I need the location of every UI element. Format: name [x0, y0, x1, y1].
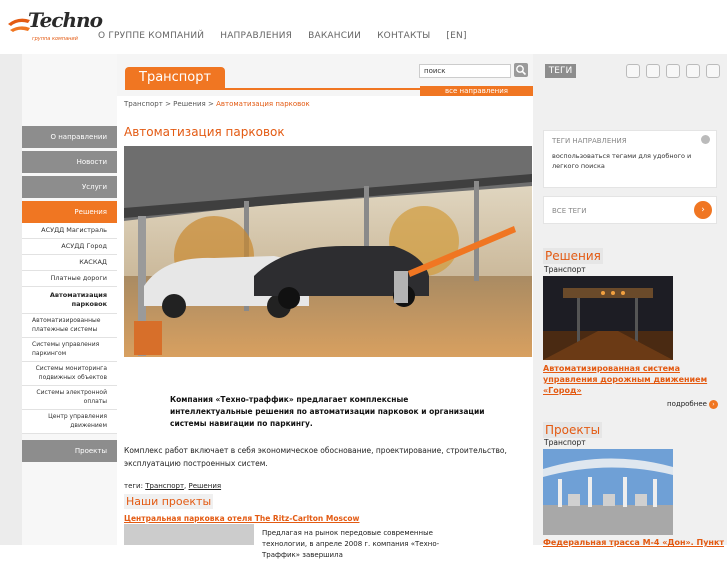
- tags-label[interactable]: ТЕГИ: [545, 64, 576, 78]
- close-icon[interactable]: [701, 135, 710, 144]
- traffic-control-image: [543, 276, 673, 360]
- sidebar-item-services[interactable]: Услуги: [22, 176, 117, 198]
- sidebar-subitem[interactable]: АСУДД Город: [22, 239, 117, 255]
- projects-category: Транспорт: [544, 438, 586, 447]
- search-icon: [516, 65, 527, 76]
- nav-directions[interactable]: НАПРАВЛЕНИЯ: [220, 31, 292, 41]
- projects-image[interactable]: [543, 449, 673, 535]
- logo-text: Techno: [28, 8, 103, 32]
- all-directions-link[interactable]: все направления: [420, 86, 533, 96]
- nav-contacts[interactable]: КОНТАКТЫ: [377, 31, 430, 41]
- toll-plaza-image: [543, 449, 673, 535]
- top-bar: Techno группа компаний О ГРУППЕ КОМПАНИЙ…: [0, 0, 727, 54]
- sidebar: О направлении Новости Услуги Решения АСУ…: [22, 126, 117, 465]
- nav-language[interactable]: [EN]: [446, 31, 466, 41]
- parking-image: [124, 146, 532, 357]
- main-content: Автоматизация парковок: [124, 124, 532, 140]
- sidebar-item-news[interactable]: Новости: [22, 151, 117, 173]
- tags-panel-heading: ТЕГИ НАПРАВЛЕНИЯ: [552, 137, 627, 145]
- section-title: Транспорт: [125, 67, 225, 89]
- arrow-right-icon: ›: [708, 400, 718, 409]
- sidebar-subsubitem[interactable]: Системы управления паркингом: [22, 338, 117, 362]
- favorite-icon[interactable]: [686, 64, 700, 78]
- more-link[interactable]: подробнее ›: [667, 400, 718, 409]
- search-button[interactable]: [514, 63, 528, 77]
- tags-line: теги: Транспорт, Решения: [124, 482, 222, 490]
- all-tags[interactable]: ВСЕ ТЕГИ ›: [543, 196, 717, 224]
- sidebar-subitem-current[interactable]: Автоматизация парковок: [22, 287, 117, 314]
- tags-panel: ТЕГИ НАПРАВЛЕНИЯ воспользоваться тегами …: [543, 130, 717, 188]
- breadcrumb-separator: >: [207, 100, 214, 108]
- projects-side-heading: Проекты: [543, 422, 603, 438]
- tag-link[interactable]: Решения: [189, 482, 222, 490]
- projects-link[interactable]: Федеральная трасса М-4 «Дон». Пункт: [543, 537, 727, 548]
- tags-prefix: теги:: [124, 482, 143, 490]
- logo[interactable]: Techno группа компаний: [6, 6, 103, 46]
- page-title: Автоматизация парковок: [124, 125, 285, 139]
- sitemap-icon[interactable]: [706, 64, 720, 78]
- sidebar-subitem[interactable]: АСУДД Магистраль: [22, 223, 117, 239]
- breadcrumb-separator: >: [165, 100, 171, 108]
- sidebar-item-projects[interactable]: Проекты: [22, 440, 117, 462]
- search-input[interactable]: поиск: [419, 64, 511, 78]
- sidebar-subsubitem[interactable]: Автоматизированные платежные системы: [22, 314, 117, 338]
- sidebar-subitem[interactable]: КАСКАД: [22, 255, 117, 271]
- sidebar-subitem[interactable]: Платные дороги: [22, 271, 117, 287]
- sidebar-subitem[interactable]: Центр управления движением: [22, 410, 117, 434]
- project-link[interactable]: Центральная парковка отеля The Ritz-Carl…: [124, 514, 359, 523]
- arrow-right-icon[interactable]: ›: [694, 201, 712, 219]
- projects-heading: Наши проекты: [124, 494, 214, 509]
- solutions-category: Транспорт: [544, 265, 586, 274]
- more-label: подробнее: [667, 400, 707, 408]
- home-icon[interactable]: [626, 64, 640, 78]
- top-navigation: О ГРУППЕ КОМПАНИЙ НАПРАВЛЕНИЯ ВАКАНСИИ К…: [98, 31, 467, 41]
- sidebar-item-solutions[interactable]: Решения: [22, 201, 117, 223]
- nav-vacancies[interactable]: ВАКАНСИИ: [308, 31, 361, 41]
- left-margin: [0, 54, 22, 545]
- sidebar-subitem[interactable]: Системы мониторинга подвижных объектов: [22, 362, 117, 386]
- breadcrumb-current: Автоматизация парковок: [216, 100, 310, 108]
- print-icon[interactable]: [666, 64, 680, 78]
- all-tags-label: ВСЕ ТЕГИ: [552, 207, 587, 215]
- tag-link[interactable]: Транспорт: [145, 482, 184, 490]
- breadcrumb: Транспорт > Решения > Автоматизация парк…: [124, 100, 310, 108]
- solutions-link[interactable]: Автоматизированная система управления до…: [543, 363, 723, 396]
- logo-tagline: группа компаний: [32, 36, 78, 42]
- breadcrumb-solutions[interactable]: Решения: [173, 100, 206, 108]
- parking-photo: [124, 146, 532, 357]
- solutions-heading: Решения: [543, 248, 603, 264]
- breadcrumb-transport[interactable]: Транспорт: [124, 100, 163, 108]
- tags-panel-text: воспользоваться тегами для удобного и ле…: [552, 152, 692, 170]
- sidebar-subitem[interactable]: Системы электронной оплаты: [22, 386, 117, 410]
- project-thumbnail[interactable]: [124, 524, 254, 545]
- mail-icon[interactable]: [646, 64, 660, 78]
- body-paragraph: Комплекс работ включает в себя экономиче…: [124, 446, 507, 468]
- solutions-image[interactable]: [543, 276, 673, 360]
- tool-icons: [626, 64, 720, 78]
- nav-about[interactable]: О ГРУППЕ КОМПАНИЙ: [98, 31, 204, 41]
- sidebar-item-about[interactable]: О направлении: [22, 126, 117, 148]
- lead-text: Компания «Техно-траффик» предлагает комп…: [170, 395, 485, 428]
